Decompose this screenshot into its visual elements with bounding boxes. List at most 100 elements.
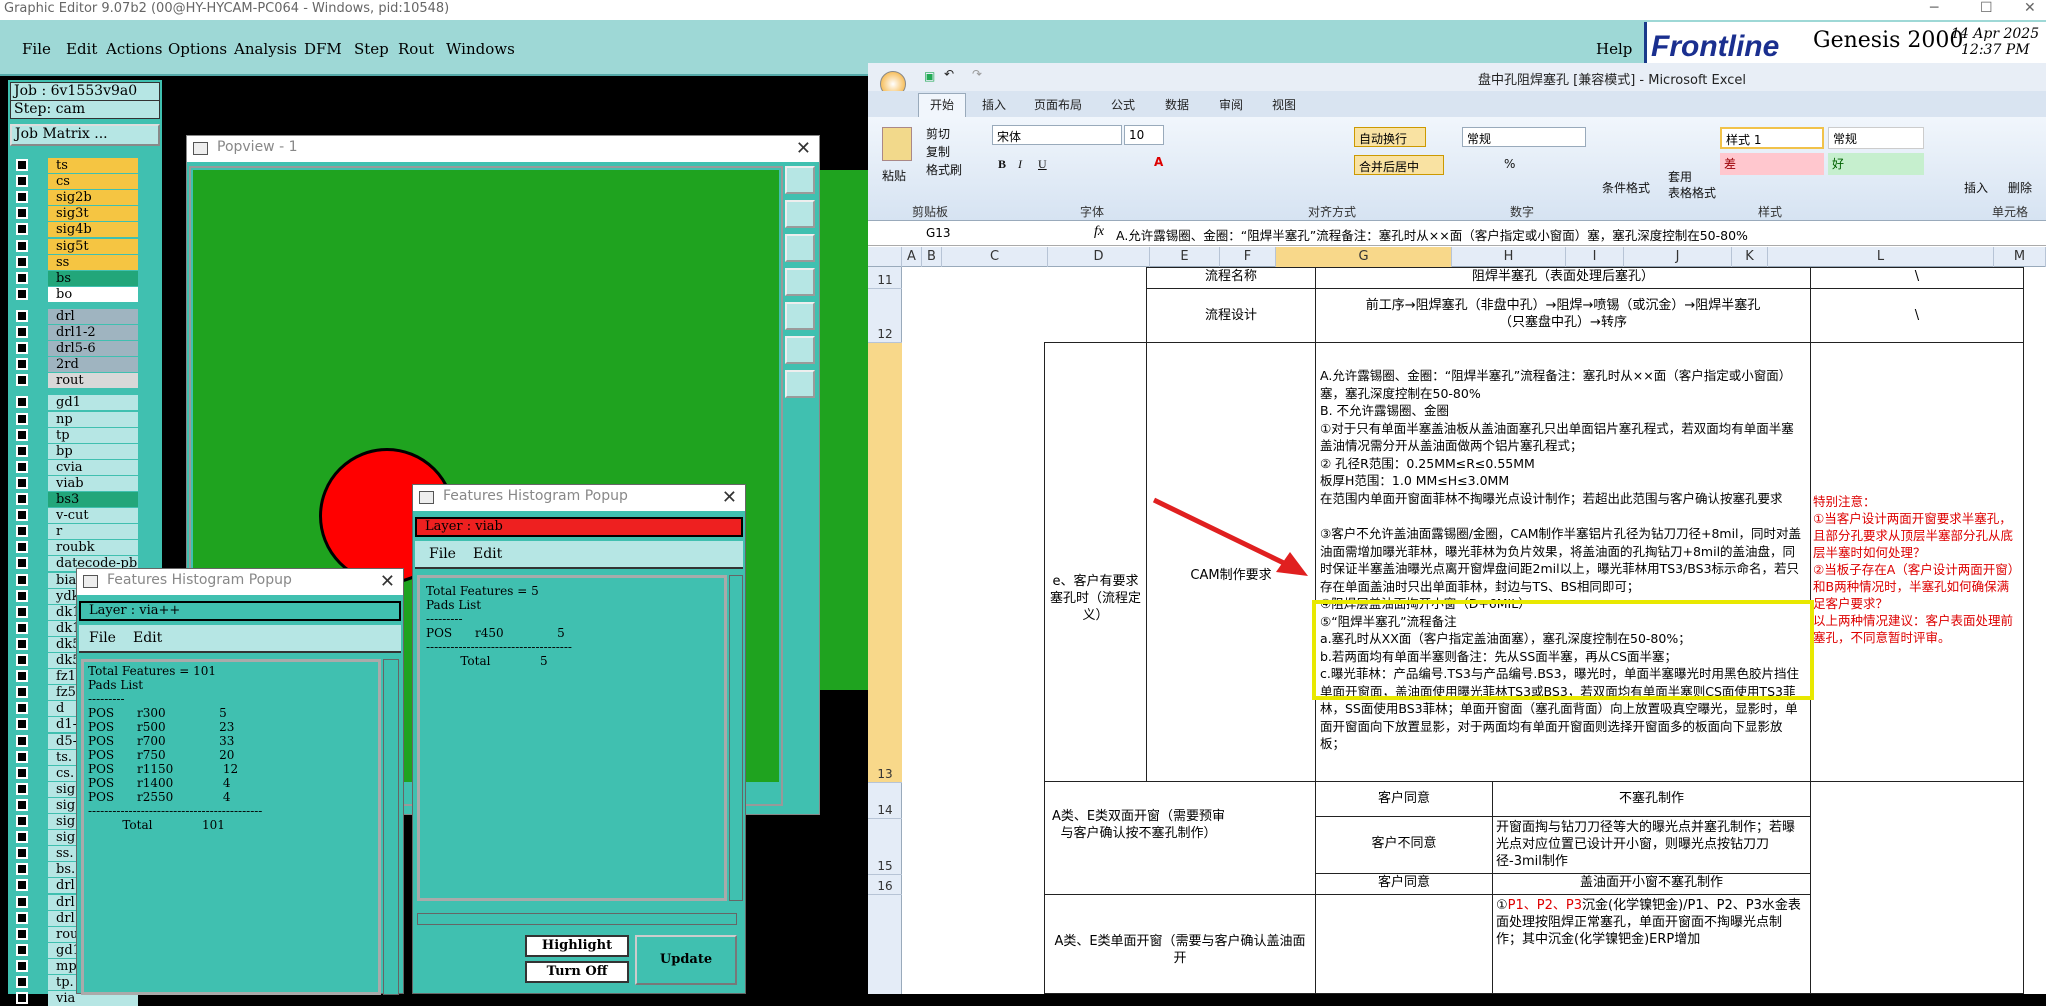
layer-checkbox[interactable] [16,895,28,908]
pan-right-icon[interactable] [785,302,815,330]
layer-checkbox[interactable] [16,798,28,811]
layer-checkbox[interactable] [16,175,28,188]
layer-row[interactable]: ts [8,158,162,173]
column-header[interactable]: A [902,247,922,267]
menu-edit[interactable]: Edit [66,40,97,58]
font-name-select[interactable]: 宋体 [992,125,1122,145]
zoom-in-icon[interactable] [785,336,815,364]
undo-icon[interactable]: ↶ [944,67,954,81]
layer-row[interactable]: ss [8,254,162,270]
layer-row[interactable]: sig3t [8,206,162,222]
layer-checkbox[interactable] [16,191,28,204]
layer-checkbox[interactable] [16,621,28,634]
style-normal[interactable]: 常规 [1828,127,1924,149]
fh2-menu-edit[interactable]: Edit [473,546,502,562]
paste-icon[interactable] [882,127,912,161]
underline-button[interactable]: U [1038,157,1047,172]
layer-row[interactable]: drl [8,308,162,324]
layer-name[interactable]: cs [48,174,138,190]
row-header[interactable]: 15 [868,819,902,875]
number-format-select[interactable]: 常规 [1462,127,1586,147]
column-header[interactable]: H [1452,247,1566,267]
layer-checkbox[interactable] [16,476,28,489]
menu-rout[interactable]: Rout [398,40,434,58]
layer-name[interactable]: v-cut [48,508,138,524]
fh2-scrollbar[interactable] [729,575,743,901]
tab-home[interactable]: 开始 [930,96,954,113]
layer-name[interactable]: tp [48,427,138,443]
tab-data[interactable]: 数据 [1165,96,1189,113]
column-header[interactable]: F [1220,247,1276,267]
layer-row[interactable]: v-cut [8,508,162,524]
pan-down-icon[interactable] [785,234,815,262]
layer-checkbox[interactable] [16,396,28,409]
cut-button[interactable]: 剪切 [926,125,950,142]
cell-i15[interactable]: 开窗面掏与钻刀刀径等大的曝光点并塞孔制作；若曝光点对应位置已设计开小窗，则曝光点… [1492,816,1811,874]
layer-checkbox[interactable] [16,271,28,284]
layer-name[interactable]: sig4b [48,222,138,238]
layer-checkbox[interactable] [16,412,28,425]
layer-checkbox[interactable] [16,976,28,988]
layer-checkbox[interactable] [16,670,28,683]
redo-icon[interactable]: ↷ [972,67,982,81]
layer-checkbox[interactable] [16,309,28,322]
tab-view[interactable]: 视图 [1272,96,1296,113]
layer-checkbox[interactable] [16,911,28,924]
layer-checkbox[interactable] [16,943,28,956]
wrap-text-button[interactable]: 自动换行 [1354,127,1426,147]
formula-input[interactable]: A.允许露锡圈、金圈：“阻焊半塞孔”流程备注：塞孔时从××面（客户指定或小窗面）… [1116,225,2036,243]
layer-name[interactable]: drl5-6 [48,341,138,357]
layer-name[interactable]: roubk [48,540,138,556]
layer-row[interactable]: r [8,524,162,540]
layer-checkbox[interactable] [16,428,28,441]
conditional-format-button[interactable]: 条件格式 [1602,179,1650,196]
fh1-scrollbar[interactable] [383,659,399,995]
layer-name[interactable]: drl1-2 [48,325,138,340]
row-header[interactable]: 13 [868,343,902,783]
delete-cells-button[interactable]: 删除 [2008,179,2032,196]
maximize-icon[interactable]: ☐ [1980,0,1993,16]
cell-d17[interactable]: A类、E类单面开窗（需要与客户确认盖油面开 [1044,894,1316,994]
menu-dfm[interactable]: DFM [304,40,342,58]
close-icon[interactable]: ✕ [722,487,737,508]
cell-l14[interactable] [1810,781,2024,994]
layer-checkbox[interactable] [16,287,28,300]
menu-step[interactable]: Step [354,40,389,58]
layer-checkbox[interactable] [16,927,28,940]
menu-options[interactable]: Options [168,40,227,58]
layer-checkbox[interactable] [16,686,28,699]
layer-checkbox[interactable] [16,750,28,763]
layer-checkbox[interactable] [16,847,28,860]
zoom-out-icon[interactable] [785,370,815,398]
tab-insert[interactable]: 插入 [982,96,1006,113]
cell-l12[interactable]: \ [1810,288,2024,343]
pan-left-icon[interactable] [785,268,815,296]
cell-e12[interactable]: 流程设计 [1146,288,1316,343]
close-icon[interactable]: ✕ [796,138,811,159]
update-button[interactable]: Update [635,935,737,985]
layer-row[interactable]: bs [8,270,162,286]
layer-row[interactable]: 2rd [8,357,162,373]
layer-checkbox[interactable] [16,159,28,171]
sheet-grid[interactable]: 流程名称 阻焊半塞孔（表面处理后塞孔） \ 流程设计 前工序→阻焊塞孔（非盘中孔… [902,267,2046,994]
layer-row[interactable]: sig2b [8,190,162,206]
layer-row[interactable]: sig4b [8,222,162,238]
paste-button[interactable]: 粘贴 [882,167,906,184]
cell-g14[interactable]: 客户同意 [1315,781,1493,817]
column-header[interactable]: L [1768,247,1994,267]
layer-name[interactable]: gd1 [48,395,138,411]
column-header[interactable]: D [1048,247,1150,267]
layer-row[interactable]: np [8,411,162,427]
layer-checkbox[interactable] [16,557,28,570]
close-icon[interactable]: ✕ [380,571,395,592]
layer-checkbox[interactable] [16,637,28,650]
layer-name[interactable]: ts [48,158,138,173]
layer-name[interactable]: bs [48,270,138,286]
layer-name[interactable]: sig3t [48,206,138,222]
cell-d13[interactable]: e、客户有要求塞孔时（流程定义） [1044,342,1147,782]
layer-checkbox[interactable] [16,654,28,666]
layer-checkbox[interactable] [16,815,28,827]
copy-button[interactable]: 复制 [926,143,950,160]
layer-checkbox[interactable] [16,326,28,338]
layer-row[interactable]: sig5t [8,238,162,254]
